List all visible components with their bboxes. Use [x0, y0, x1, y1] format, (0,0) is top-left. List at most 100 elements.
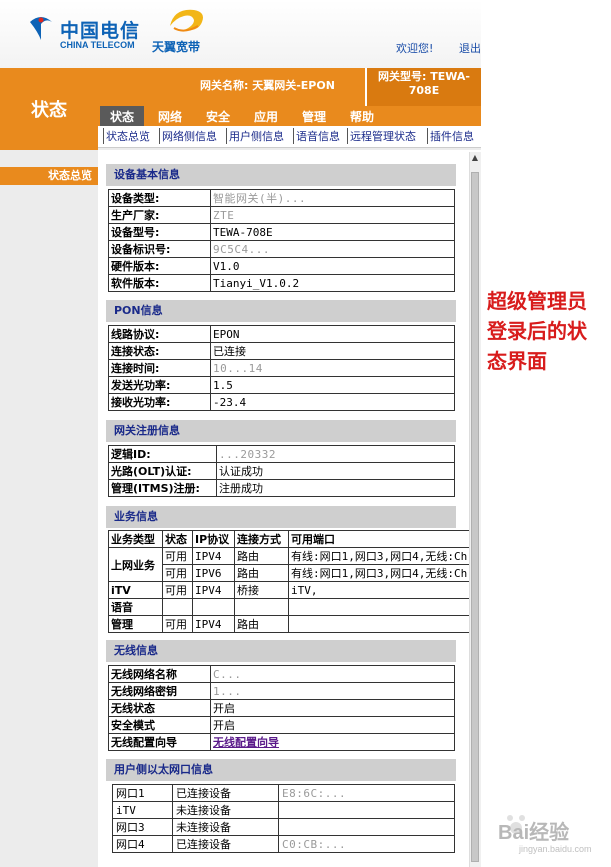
eth-port-1: 网口1 — [112, 784, 173, 802]
watermark-subtext: jingyan.baidu.com — [519, 844, 592, 854]
olt-auth-value: 认证成功 — [216, 462, 455, 480]
device-type-label: 设备类型: — [108, 189, 211, 207]
eth-port-3: 网口3 — [112, 818, 173, 836]
watermark-text: Bai经验 — [498, 822, 570, 844]
manage-mode: 路由 — [234, 615, 289, 633]
wifi-key-value: 1... — [210, 682, 455, 700]
ssid-value: C... — [210, 665, 455, 683]
internet-v4-ip: IPV4 — [192, 547, 235, 565]
manufacturer-value: ZTE — [210, 206, 455, 224]
tx-power-label: 发送光功率: — [108, 376, 211, 394]
gateway-model-line1: 网关型号: TEWA- — [378, 70, 470, 83]
col-service-type: 业务类型 — [108, 530, 163, 548]
connection-status-value: 已连接 — [210, 342, 455, 360]
itms-register-value: 注册成功 — [216, 479, 455, 497]
voice-service-label: 语音 — [108, 598, 163, 616]
itv-service-label: iTV — [108, 581, 163, 599]
section-device-info: 设备基本信息 — [106, 164, 456, 186]
table-row: 硬件版本: V1.0 — [108, 257, 455, 275]
eth-info-table: 网口1 已连接设备 E8:6C:... iTV 未连接设备 网口3 未连接设备 网口4 已… — [112, 784, 455, 853]
table-row: 连接状态: 已连接 — [108, 342, 455, 360]
tab-application[interactable]: 应用 — [244, 106, 288, 126]
eth-port-1-mac: E8:6C:... — [278, 784, 455, 802]
tab-security[interactable]: 安全 — [196, 106, 240, 126]
eth-port-4-mac: C0:CB:... — [278, 835, 455, 853]
table-row: 无线网络密钥 1... — [108, 682, 455, 700]
device-type-value: 智能网关(半)... — [210, 189, 455, 207]
table-row: 管理(ITMS)注册: 注册成功 — [108, 479, 455, 497]
table-row: 逻辑ID: ...20332 — [108, 445, 455, 463]
eth-port-3-status: 未连接设备 — [172, 818, 279, 836]
col-available-ports: 可用端口 — [287, 530, 471, 548]
scroll-up-arrow-icon[interactable]: ▲ — [469, 152, 481, 164]
connection-status-label: 连接状态: — [108, 342, 211, 360]
tx-power-value: 1.5 — [210, 376, 455, 394]
eth-port-itv: iTV — [112, 801, 173, 819]
brand-en: CHINA TELECOM — [60, 40, 135, 50]
table-row: 网口1 已连接设备 E8:6C:... — [112, 784, 455, 802]
manufacturer-label: 生产厂家: — [108, 206, 211, 224]
table-row: iTV 可用 IPV4 桥接 iTV, — [108, 581, 471, 599]
security-mode-label: 安全模式 — [108, 716, 211, 734]
itv-ports: iTV, — [287, 581, 471, 599]
subnav-user-side[interactable]: 用户侧信息 — [229, 128, 284, 144]
line-protocol-label: 线路协议: — [108, 325, 211, 343]
pon-info-table: 线路协议: EPON 连接状态: 已连接 连接时间: 10...14 发送光功率: 1.… — [108, 325, 455, 411]
subnav-voice[interactable]: 语音信息 — [296, 128, 340, 144]
rx-power-value: -23.4 — [210, 393, 455, 411]
table-row: 管理 可用 IPV4 路由 — [108, 615, 471, 633]
itv-status: 可用 — [162, 581, 193, 599]
itms-register-label: 管理(ITMS)注册: — [108, 479, 217, 497]
subnav-plugin[interactable]: 插件信息 — [430, 128, 474, 144]
annotation-line-2: 登录后的状 — [487, 319, 587, 343]
tab-management[interactable]: 管理 — [292, 106, 336, 126]
internet-v6-ports: 有线:网口1,网口3,网口4,无线:Ch — [287, 564, 471, 582]
table-row: 连接时间: 10...14 — [108, 359, 455, 377]
rx-power-label: 接收光功率: — [108, 393, 211, 411]
section-service-info: 业务信息 — [106, 506, 456, 528]
table-row: 生产厂家: ZTE — [108, 206, 455, 224]
internet-v6-mode: 路由 — [234, 564, 289, 582]
table-row: 光路(OLT)认证: 认证成功 — [108, 462, 455, 480]
tab-network[interactable]: 网络 — [148, 106, 192, 126]
wifi-wizard-link[interactable]: 无线配置向导 — [213, 736, 279, 749]
sub-nav — [98, 126, 481, 148]
olt-auth-label: 光路(OLT)认证: — [108, 462, 217, 480]
table-header-row: 业务类型 状态 IP协议 连接方式 可用端口 — [108, 530, 471, 548]
internet-v4-ports: 有线:网口1,网口3,网口4,无线:Ch — [287, 547, 471, 565]
device-id-label: 设备标识号: — [108, 240, 211, 258]
gateway-register-table: 逻辑ID: ...20332 光路(OLT)认证: 认证成功 管理(ITMS)注册:… — [108, 445, 455, 497]
manage-service-label: 管理 — [108, 615, 163, 633]
table-row: 线路协议: EPON — [108, 325, 455, 343]
section-wireless-info: 无线信息 — [106, 640, 456, 662]
subnav-status-overview[interactable]: 状态总览 — [106, 128, 150, 144]
annotation-line-3: 态界面 — [487, 349, 547, 373]
wifi-status-label: 无线状态 — [108, 699, 211, 717]
wifi-key-label: 无线网络密钥 — [108, 682, 211, 700]
sidebar — [0, 150, 98, 867]
subnav-divider — [226, 128, 227, 144]
sidebar-item-status-overview[interactable]: 状态总览 — [0, 167, 98, 185]
itv-mode: 桥接 — [234, 581, 289, 599]
section-pon-info: PON信息 — [106, 300, 456, 322]
eth-port-4: 网口4 — [112, 835, 173, 853]
voice-status — [162, 598, 193, 616]
eth-port-itv-mac — [278, 801, 455, 819]
scrollbar-thumb[interactable] — [471, 172, 479, 862]
col-status: 状态 — [162, 530, 193, 548]
china-telecom-logo: 中国电信 CHINA TELECOM — [26, 12, 146, 52]
wireless-info-table: 无线网络名称 C... 无线网络密钥 1... 无线状态 开启 安全模式 开启 无线配置… — [108, 665, 455, 751]
subnav-network-side[interactable]: 网络侧信息 — [162, 128, 217, 144]
brand-cn: 中国电信 — [60, 20, 141, 42]
voice-mode — [234, 598, 289, 616]
connection-time-value: 10...14 — [210, 359, 455, 377]
internet-v4-mode: 路由 — [234, 547, 289, 565]
tab-help[interactable]: 帮助 — [340, 106, 384, 126]
hardware-version-label: 硬件版本: — [108, 257, 211, 275]
welcome-text: 欢迎您! — [396, 42, 434, 55]
tab-status[interactable]: 状态 — [100, 106, 144, 126]
table-row: 无线配置向导 无线配置向导 — [108, 733, 455, 751]
subnav-remote-mgmt[interactable]: 远程管理状态 — [350, 128, 416, 144]
logout-link[interactable]: 退出 — [459, 40, 481, 56]
gateway-model: 网关型号: TEWA- 708E — [365, 68, 481, 106]
